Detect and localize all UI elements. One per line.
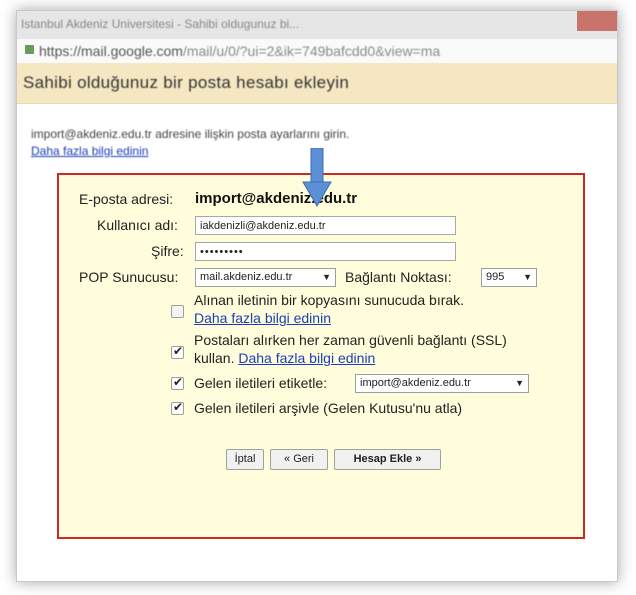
pop-server-value: mail.akdeniz.edu.tr [200,271,293,283]
instruction-text: import@akdeniz.edu.tr adresine ilişkin p… [31,127,350,141]
url-path: /mail/u/0/?ui=2&ik=749bafcdd0&view=ma [182,43,441,59]
browser-window: Istanbul Akdeniz Universitesi - Sahibi o… [16,10,618,582]
ssl-text-kullan: kullan. [194,350,235,366]
window-title: Istanbul Akdeniz Universitesi - Sahibi o… [21,17,300,31]
chevron-down-icon: ▼ [523,272,532,282]
close-window-button[interactable] [577,11,617,31]
username-label: Kullanıcı adı: [97,217,178,233]
chevron-down-icon: ▼ [515,378,524,388]
leave-copy-checkbox[interactable] [171,305,184,318]
port-value: 995 [486,271,505,283]
leave-copy-text: Alınan iletinin bir kopyasını sunucuda b… [194,292,465,308]
window-titlebar: Istanbul Akdeniz Universitesi - Sahibi o… [17,11,617,39]
pop-server-select[interactable]: mail.akdeniz.edu.tr ▼ [195,268,336,287]
url-host: https://mail.google.com [39,43,183,59]
email-value: import@akdeniz.edu.tr [195,190,358,207]
leave-copy-learn-more-link[interactable]: Daha fazla bilgi edinin [194,310,331,326]
password-label: Şifre: [151,243,184,259]
url-text[interactable]: https://mail.google.com/mail/u/0/?ui=2&i… [39,43,440,59]
port-label: Bağlantı Noktası: [345,269,452,285]
lock-icon [25,45,34,54]
add-account-button[interactable]: Hesap Ekle » [334,449,441,470]
checkmark-icon: ✔ [173,344,184,358]
username-input[interactable]: iakdenizli@akdeniz.edu.tr [195,216,456,235]
checkmark-icon: ✔ [173,375,184,389]
add-mail-account-dialog: Sahibi olduğunuz bir posta hesabı ekleyi… [17,63,617,581]
settings-form-highlight: E-posta adresi: import@akdeniz.edu.tr Ku… [57,173,585,539]
ssl-checkbox[interactable]: ✔ [171,344,184,359]
back-button[interactable]: « Geri [270,449,328,470]
email-label: E-posta adresi: [79,191,174,207]
cancel-button[interactable]: İptal [226,449,264,470]
label-messages-text: Gelen iletileri etiketle: [194,375,328,391]
ssl-text-cont: kullan. Daha fazla bilgi edinin [194,350,375,366]
label-messages-checkbox[interactable]: ✔ [171,375,184,390]
label-select[interactable]: import@akdeniz.edu.tr ▼ [355,374,529,393]
label-select-value: import@akdeniz.edu.tr [360,377,471,389]
pop-server-label: POP Sunucusu: [79,269,179,285]
learn-more-link[interactable]: Daha fazla bilgi edinin [31,144,148,158]
checkmark-icon: ✔ [173,400,184,414]
archive-text: Gelen iletileri arşivle (Gelen Kutusu'nu… [194,400,463,416]
password-input[interactable]: ••••••••• [195,242,456,261]
chevron-down-icon: ▼ [322,272,331,282]
arrow-down-icon [302,148,332,207]
ssl-text: Postaları alırken her zaman güvenli bağl… [194,332,507,348]
dialog-title: Sahibi olduğunuz bir posta hesabı ekleyi… [23,73,350,92]
dialog-header: Sahibi olduğunuz bir posta hesabı ekleyi… [17,63,617,104]
port-select[interactable]: 995 ▼ [481,268,537,287]
archive-checkbox[interactable]: ✔ [171,400,184,415]
address-bar[interactable]: https://mail.google.com/mail/u/0/?ui=2&i… [17,39,617,64]
ssl-learn-more-link[interactable]: Daha fazla bilgi edinin [238,350,375,366]
